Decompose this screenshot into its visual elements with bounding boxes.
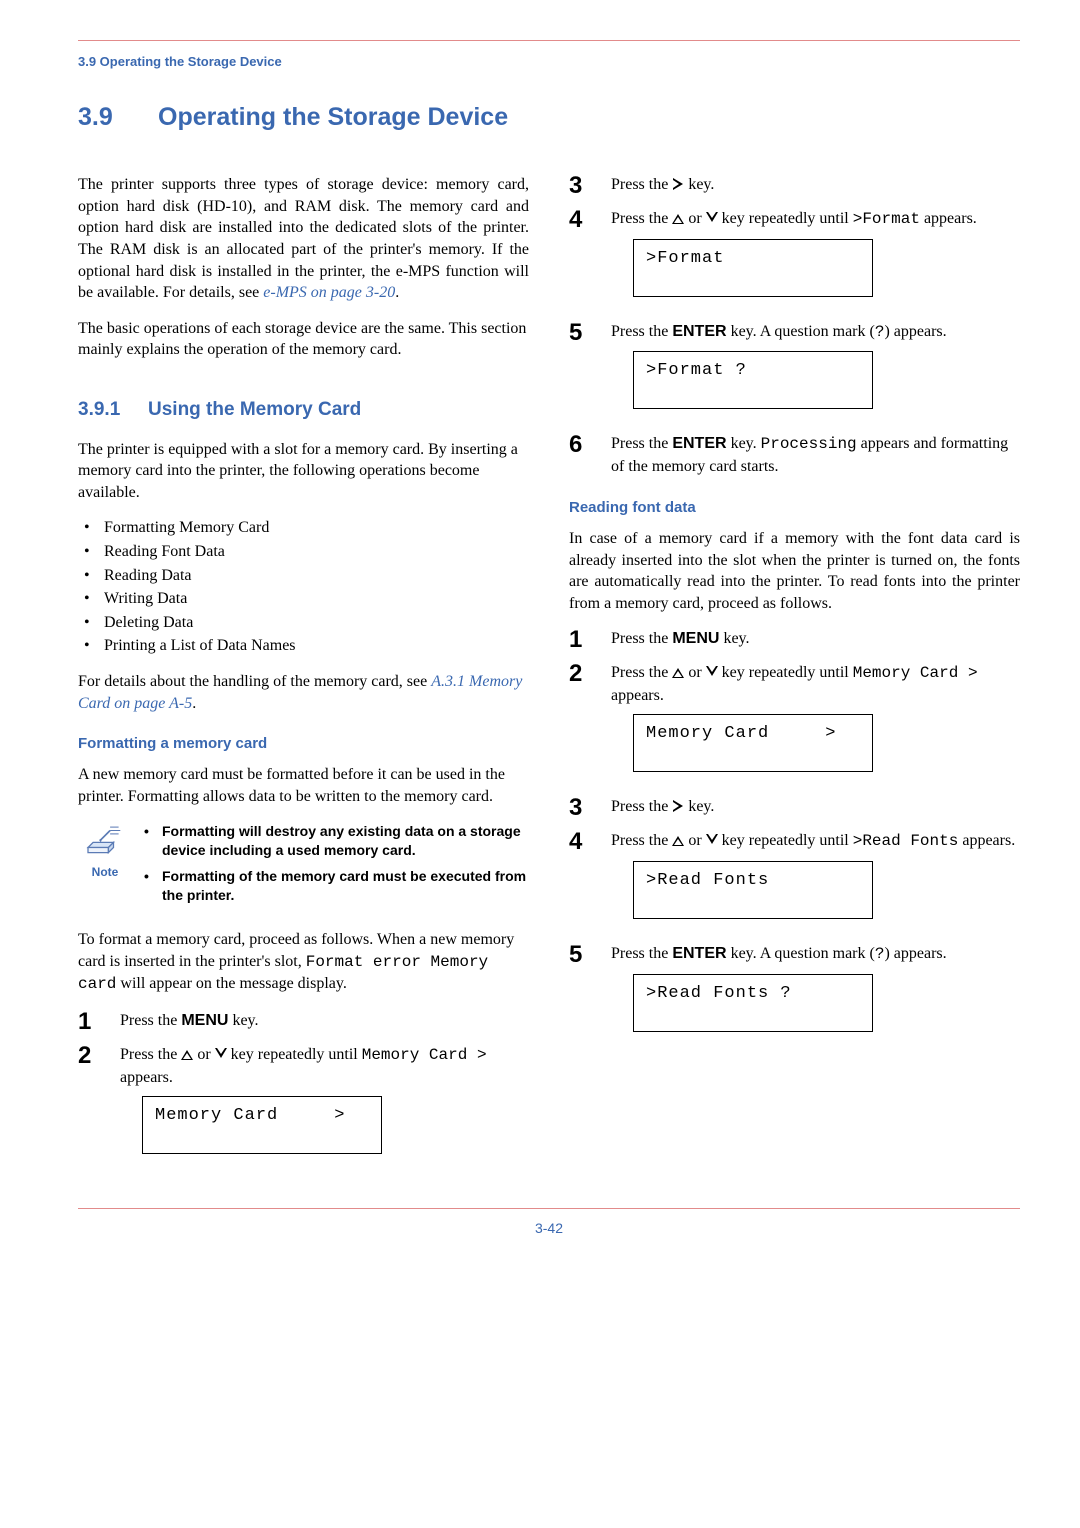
list-item: Reading Data: [78, 565, 529, 587]
down-arrow-icon: [706, 666, 718, 678]
step-5-right: 5 Press the ENTER key. A question mark (…: [569, 321, 1020, 424]
reading-font-intro: In case of a memory card if a memory wit…: [569, 528, 1020, 614]
step-number: 2: [569, 662, 593, 786]
up-arrow-icon: [672, 666, 684, 678]
step-number: 4: [569, 208, 593, 311]
read-step-5: 5 Press the ENTER key. A question mark (…: [569, 943, 1020, 1046]
step-number: 3: [569, 796, 593, 820]
bottom-rule: [78, 1208, 1020, 1209]
note-icon: [84, 822, 126, 863]
list-item: Printing a List of Data Names: [78, 635, 529, 657]
list-item: Deleting Data: [78, 612, 529, 634]
section-title: Operating the Storage Device: [158, 103, 508, 131]
format-preamble: To format a memory card, proceed as foll…: [78, 929, 529, 996]
top-rule: [78, 40, 1020, 41]
list-item: Reading Font Data: [78, 541, 529, 563]
down-arrow-icon: [215, 1048, 227, 1060]
up-arrow-icon: [181, 1048, 193, 1060]
down-arrow-icon: [706, 212, 718, 224]
note-item: Formatting of the memory card must be ex…: [144, 867, 529, 905]
read-step-1: 1 Press the MENU key.: [569, 628, 1020, 652]
list-item: Formatting Memory Card: [78, 517, 529, 539]
step-6-right: 6 Press the ENTER key. Processing appear…: [569, 433, 1020, 477]
step-number: 1: [78, 1010, 102, 1034]
right-arrow-icon: [672, 178, 684, 190]
subsection-intro: The printer is equipped with a slot for …: [78, 439, 529, 504]
down-arrow-icon: [706, 834, 718, 846]
subsection-heading: 3.9.1Using the Memory Card: [78, 397, 529, 423]
reading-font-heading: Reading font data: [569, 498, 1020, 518]
list-item: Writing Data: [78, 588, 529, 610]
right-arrow-icon: [672, 800, 684, 812]
step-number: 1: [569, 628, 593, 652]
lcd-display: >Read Fonts: [633, 861, 873, 919]
formatting-heading: Formatting a memory card: [78, 734, 529, 754]
subsection-number: 3.9.1: [78, 397, 148, 423]
running-head: 3.9 Operating the Storage Device: [78, 53, 1020, 71]
enter-key: ENTER: [672, 945, 726, 962]
section-heading: 3.9Operating the Storage Device: [78, 101, 1020, 135]
lcd-display: >Read Fonts ?: [633, 974, 873, 1032]
step-body: Press the or key repeatedly until >Read …: [611, 830, 1020, 933]
operations-list: Formatting Memory Card Reading Font Data…: [78, 517, 529, 657]
step-1-left: 1 Press the MENU key.: [78, 1010, 529, 1034]
step-3-right: 3 Press the key.: [569, 174, 1020, 198]
lcd-display: >Format ?: [633, 351, 873, 409]
step-body: Press the key.: [611, 796, 1020, 820]
menu-key: MENU: [672, 630, 719, 647]
enter-key: ENTER: [672, 323, 726, 340]
note-body: Formatting will destroy any existing dat…: [144, 822, 529, 914]
step-body: Press the or key repeatedly until >Forma…: [611, 208, 1020, 311]
read-step-4: 4 Press the or key repeatedly until >Rea…: [569, 830, 1020, 933]
step-body: Press the key.: [611, 174, 1020, 198]
lcd-display: Memory Card >: [633, 714, 873, 772]
right-column: 3 Press the key. 4 Press the or key repe…: [569, 174, 1020, 1178]
step-body: Press the ENTER key. Processing appears …: [611, 433, 1020, 477]
intro-para-1: The printer supports three types of stor…: [78, 174, 529, 304]
step-number: 4: [569, 830, 593, 933]
note-item: Formatting will destroy any existing dat…: [144, 822, 529, 860]
up-arrow-icon: [672, 212, 684, 224]
note-icon-col: Note: [78, 822, 132, 914]
lcd-display: >Format: [633, 239, 873, 297]
step-body: Press the ENTER key. A question mark (?)…: [611, 943, 1020, 1046]
note-label: Note: [92, 864, 119, 880]
step-number: 3: [569, 174, 593, 198]
link-emps[interactable]: e-MPS on page 3-20: [263, 284, 395, 301]
step-2-left: 2 Press the or key repeatedly until Memo…: [78, 1044, 529, 1168]
step-body: Press the or key repeatedly until Memory…: [611, 662, 1020, 786]
section-number: 3.9: [78, 101, 158, 135]
step-body: Press the MENU key.: [120, 1010, 529, 1034]
read-step-3: 3 Press the key.: [569, 796, 1020, 820]
up-arrow-icon: [672, 834, 684, 846]
step-4-right: 4 Press the or key repeatedly until >For…: [569, 208, 1020, 311]
enter-key: ENTER: [672, 435, 726, 452]
step-number: 5: [569, 943, 593, 1046]
step-body: Press the ENTER key. A question mark (?)…: [611, 321, 1020, 424]
page-number: 3-42: [78, 1219, 1020, 1238]
read-step-2: 2 Press the or key repeatedly until Memo…: [569, 662, 1020, 786]
step-number: 2: [78, 1044, 102, 1168]
two-column-layout: The printer supports three types of stor…: [78, 174, 1020, 1178]
formatting-intro: A new memory card must be formatted befo…: [78, 764, 529, 807]
menu-key: MENU: [181, 1012, 228, 1029]
note-block: Note Formatting will destroy any existin…: [78, 822, 529, 914]
left-column: The printer supports three types of stor…: [78, 174, 529, 1178]
step-body: Press the MENU key.: [611, 628, 1020, 652]
step-number: 6: [569, 433, 593, 477]
step-number: 5: [569, 321, 593, 424]
intro-para-2: The basic operations of each storage dev…: [78, 318, 529, 361]
subsection-title: Using the Memory Card: [148, 399, 361, 420]
step-body: Press the or key repeatedly until Memory…: [120, 1044, 529, 1168]
lcd-display: Memory Card >: [142, 1096, 382, 1154]
handling-ref: For details about the handling of the me…: [78, 671, 529, 714]
